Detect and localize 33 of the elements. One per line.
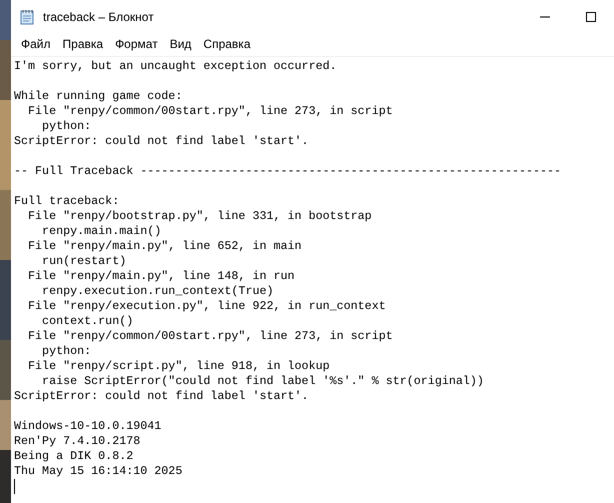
text-line: File "renpy/main.py", line 148, in run — [27, 269, 295, 284]
text-line: ScriptError: could not find label 'start'. — [14, 389, 309, 404]
text-line: File "renpy/main.py", line 652, in main — [27, 239, 302, 254]
text-line: I'm sorry, but an uncaught exception occurred. — [14, 59, 337, 74]
text-line: Ren'Py 7.4.10.2178 — [14, 434, 140, 449]
menu-item[interactable]: Формат — [109, 34, 164, 53]
menu-item[interactable]: Файл — [15, 34, 57, 53]
notepad-icon — [19, 9, 35, 25]
menu-item[interactable]: Справка — [197, 34, 256, 53]
text-line: File "renpy/common/00start.rpy", line 273, in script — [27, 104, 393, 119]
text-line: python: — [41, 119, 92, 134]
text-line: While running game code: — [14, 89, 182, 104]
text-line: ScriptError: could not find label 'start'. — [14, 134, 309, 149]
text-line: Full traceback: — [14, 194, 120, 209]
text-line: run(restart) — [41, 254, 126, 269]
text-line: renpy.execution.run_context(True) — [41, 284, 274, 299]
menu-item[interactable]: Правка — [56, 34, 110, 53]
window-title: traceback – Блокнот — [43, 9, 154, 26]
text-line: File "renpy/bootstrap.py", line 331, in bootstrap — [27, 209, 372, 224]
text-line: File "renpy/common/00start.rpy", line 273, in script — [27, 329, 393, 344]
text-line: Thu May 15 16:14:10 2025 — [14, 464, 182, 479]
text-line: raise ScriptError("could not find label '%s'." % str(original)) — [41, 374, 484, 389]
maximize-icon — [586, 12, 596, 22]
text-line: File "renpy/execution.py", line 922, in run_context — [27, 299, 386, 314]
text-line: -- Full Traceback ------------------------------------------------------------ — [14, 164, 562, 179]
text-line: File "renpy/script.py", line 918, in lookup — [27, 359, 330, 374]
menu-item[interactable]: Вид — [164, 34, 198, 53]
text-line: Windows-10-10.0.19041 — [14, 419, 162, 434]
text-cursor — [14, 479, 15, 494]
text-line: context.run() — [41, 314, 134, 329]
text-line: renpy.main.main() — [41, 224, 162, 239]
text-line: Being a DIK 0.8.2 — [14, 449, 134, 464]
text-line: python: — [41, 344, 92, 359]
